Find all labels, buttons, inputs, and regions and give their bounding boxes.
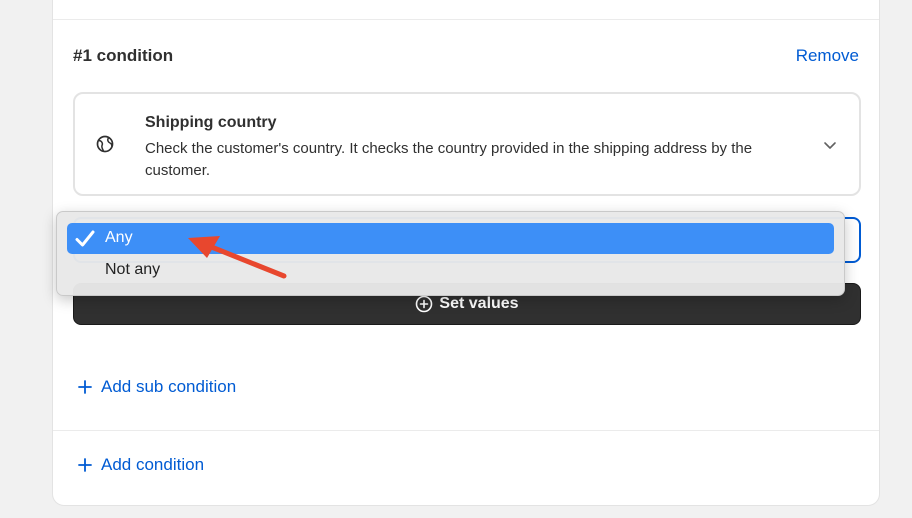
bottom-divider [53, 430, 879, 431]
option-not-any[interactable]: Not any [67, 255, 834, 286]
plus-icon [78, 458, 92, 472]
globe-icon [96, 135, 114, 153]
condition-title: #1 condition [73, 46, 174, 65]
checkmark-icon [75, 230, 95, 247]
field-title: Shipping country [145, 114, 277, 131]
match-type-dropdown-menu: Any Not any [56, 211, 845, 296]
chevron-down-icon[interactable] [823, 138, 837, 152]
add-sub-condition-button[interactable]: Add sub condition [78, 377, 236, 397]
option-label: Any [105, 229, 133, 246]
top-divider [53, 19, 879, 20]
add-condition-button[interactable]: Add condition [78, 455, 204, 475]
option-label: Not any [105, 261, 161, 278]
plus-icon [78, 380, 92, 394]
shipping-country-field[interactable]: Shipping country Check the customer's co… [73, 92, 861, 196]
add-condition-label: Add condition [101, 455, 205, 474]
plus-circle-icon [416, 295, 433, 313]
field-description: Check the customer's country. It checks … [145, 140, 753, 179]
remove-condition-link[interactable]: Remove [796, 46, 859, 66]
add-sub-condition-label: Add sub condition [101, 377, 237, 396]
set-values-label: Set values [439, 295, 519, 312]
option-any[interactable]: Any [67, 223, 834, 254]
